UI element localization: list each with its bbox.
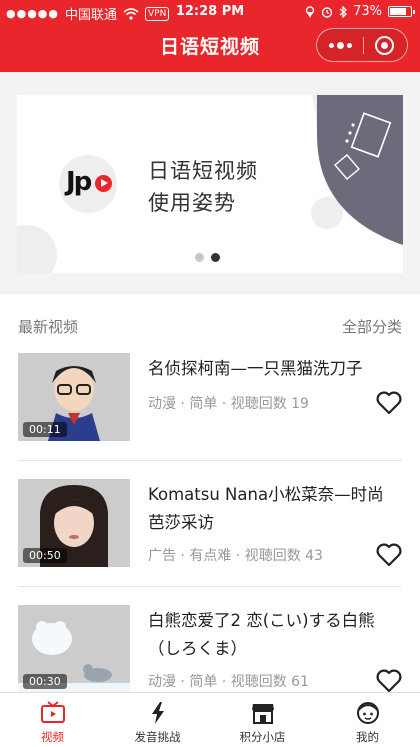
more-dot-icon [328,42,334,48]
status-bar: ●●●●● 中国联通 VPN 12:28 PM 73% [0,0,420,24]
list-divider [18,586,402,587]
tab-label: 发音挑战 [134,730,181,744]
banner-carousel[interactable]: Jp 日语短视频 使用姿势 [17,95,403,273]
battery-percent: 73% [353,4,382,19]
tab-points-shop[interactable]: 积分小店 [210,693,315,747]
video-duration: 00:50 [23,548,67,563]
video-duration: 00:30 [23,674,67,689]
app-header: ●●●●● 中国联通 VPN 12:28 PM 73% 日语短视频 [0,0,420,72]
play-icon [95,175,112,192]
video-item[interactable]: 00:50 Komatsu Nana小松菜奈—时尚芭莎采访 广告 · 有点难 ·… [0,479,420,603]
video-meta: 动漫 · 简单 · 视聴回数 61 [148,674,309,690]
tab-videos[interactable]: 视频 [0,693,105,747]
pager-dot[interactable] [195,253,204,262]
video-item[interactable]: 00:11 名侦探柯南—一只黑猫洗刀子 动漫 · 简单 · 视聴回数 19 [0,353,420,477]
close-miniprogram-icon[interactable] [375,36,394,55]
jp-logo: Jp [59,155,117,213]
video-duration: 00:11 [23,422,67,437]
location-icon [305,5,315,18]
all-categories-link[interactable]: 全部分类 [342,316,402,337]
tab-pronunciation-challenge[interactable]: 发音挑战 [105,693,210,747]
video-title[interactable]: 白熊恋爱了2 恋(こい)する白熊（しろくま） [148,607,388,663]
miniprogram-capsule [316,28,408,62]
banner-line-1: 日语短视频 [148,159,258,183]
more-button[interactable] [317,29,363,61]
heart-icon[interactable] [376,391,402,415]
tv-icon [41,701,65,723]
banner-line-2: 使用姿势 [148,191,236,215]
bluetooth-icon [339,5,348,18]
capsule-divider [363,37,364,54]
section-title: 最新视频 [18,318,79,336]
banner-pager [195,253,220,262]
video-meta: 广告 · 有点难 · 视聴回数 43 [148,548,323,564]
tab-label: 视频 [41,730,64,744]
battery-icon [388,6,415,17]
heart-icon[interactable] [376,543,402,567]
shop-icon [252,704,274,724]
more-dot-icon [346,42,352,48]
lightning-icon [152,702,164,724]
pager-dot-active[interactable] [211,253,220,262]
list-divider [18,460,402,461]
video-thumbnail[interactable]: 00:50 [18,479,130,567]
tab-label: 我的 [356,730,379,744]
more-dot-icon [336,41,344,49]
video-title[interactable]: 名侦探柯南—一只黑猫洗刀子 [148,355,388,383]
heart-icon[interactable] [376,669,402,693]
video-thumbnail[interactable]: 00:11 [18,353,130,441]
tab-profile[interactable]: 我的 [315,693,420,747]
face-icon [357,702,379,724]
video-thumbnail[interactable]: 00:30 [18,605,130,693]
tab-bar: 视频 发音挑战 积分小店 我的 [0,692,420,747]
video-meta: 动漫 · 简单 · 视聴回数 19 [148,396,309,412]
video-title[interactable]: Komatsu Nana小松菜奈—时尚芭莎采访 [148,481,388,537]
alarm-icon [321,6,333,18]
tab-label: 积分小店 [239,730,286,744]
banner-caption: 日语短视频 使用姿势 [148,155,258,219]
